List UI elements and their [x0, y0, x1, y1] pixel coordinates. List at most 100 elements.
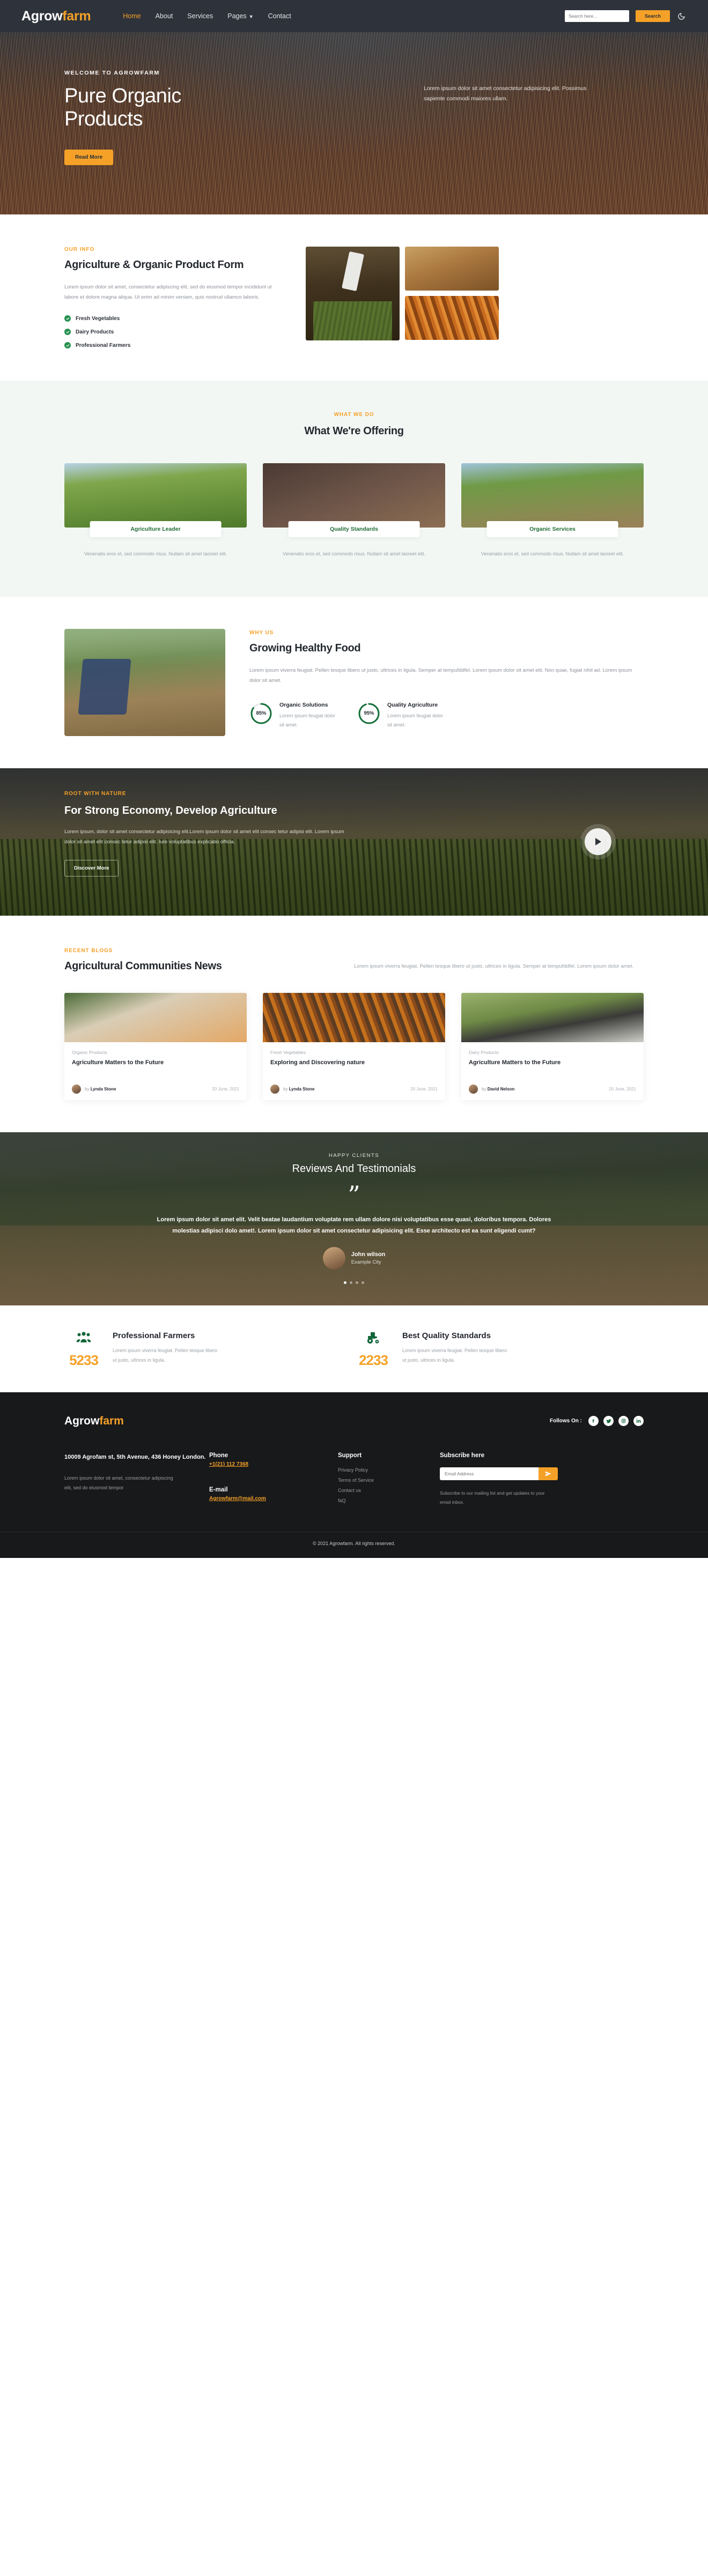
blog-card-date: 20 June, 2021 — [609, 1086, 636, 1092]
testimonials-title: Reviews And Testimonials — [292, 1162, 416, 1175]
progress-ring-label: 95% — [364, 710, 374, 717]
counter-title: Best Quality Standards — [402, 1331, 491, 1340]
blog-card-title[interactable]: Agriculture Matters to the Future — [72, 1059, 239, 1076]
info-image-planting — [306, 247, 400, 340]
offering-card-desc: Venenatis eros et, sed commodo risus. Nu… — [282, 551, 426, 556]
footer-logo[interactable]: Agrowfarm — [64, 1415, 124, 1428]
nav-item-pages[interactable]: Pages ▼ — [227, 12, 253, 20]
blog-card-category: Fresh Vegetables — [270, 1049, 306, 1055]
blog-card[interactable]: Organic Products Agriculture Matters to … — [64, 992, 247, 1100]
footer-address-sub: Lorem ipsum dolor sit amet, consectetur … — [64, 1475, 173, 1491]
check-circle-icon — [64, 329, 71, 335]
nature-title: For Strong Economy, Develop Agriculture — [64, 804, 277, 816]
blog-card-author-name: Lynda Stone — [90, 1086, 116, 1092]
testimonial-author-city: Example City — [351, 1259, 381, 1265]
site-footer: Agrowfarm Follows On : 10009 Agrofam st,… — [0, 1392, 708, 1558]
blogs-section: RECENT BLOGS Agricultural Communities Ne… — [0, 916, 708, 1132]
blog-card-image-vegetables — [263, 992, 445, 1042]
nav-item-services[interactable]: Services — [187, 12, 213, 20]
footer-link-contact-us[interactable]: Contact us — [338, 1488, 440, 1493]
growing-stat-quality-agriculture: 95% Quality Agriculture Lorem ipsum feug… — [357, 702, 444, 729]
search-input[interactable] — [564, 10, 629, 22]
info-image-grain-hands — [405, 247, 499, 291]
facebook-icon[interactable] — [588, 1416, 599, 1427]
footer-link-terms-of-service[interactable]: Terms of Service — [338, 1478, 440, 1483]
check-item-fresh-vegetables: Fresh Vegetables — [64, 315, 284, 322]
discover-more-button[interactable]: Discover More — [64, 859, 119, 877]
hero-description: Lorem ipsum dolor sit amet consectetur a… — [424, 85, 587, 102]
nav-item-about[interactable]: About — [156, 12, 173, 20]
hero-section: WELCOME TO AGROWFARM Pure Organic Produc… — [0, 32, 708, 214]
check-item-label: Fresh Vegetables — [76, 315, 120, 322]
carousel-dot-4[interactable] — [362, 1281, 364, 1284]
avatar — [270, 1084, 279, 1094]
hero-title: Pure Organic Products — [64, 85, 370, 131]
offering-card-desc: Venenatis eros et, sed commodo risus. Nu… — [481, 551, 624, 556]
hero-read-more-button[interactable]: Read More — [64, 149, 114, 165]
footer-phone-value[interactable]: +1(21) 112 7368 — [209, 1461, 248, 1467]
tractor-icon — [366, 1332, 381, 1346]
counters-section: 5233 Professional Farmers Lorem ipsum vi… — [64, 1305, 644, 1392]
instagram-icon[interactable] — [618, 1416, 629, 1427]
offering-card-image: Organic Services — [461, 463, 644, 537]
nav-item-contact[interactable]: Contact — [268, 12, 291, 20]
blog-card-image-eggs — [64, 992, 247, 1042]
blog-card-title[interactable]: Exploring and Discovering nature — [270, 1059, 438, 1076]
main-nav: Home About Services Pages ▼ Contact — [123, 12, 291, 20]
growing-eyebrow: WHY US — [249, 629, 274, 636]
linkedin-icon[interactable] — [633, 1416, 644, 1427]
carousel-dot-2[interactable] — [350, 1281, 352, 1284]
offering-card-agriculture-leader[interactable]: Agriculture Leader Venenatis eros et, se… — [64, 463, 247, 559]
blog-card[interactable]: Fresh Vegetables Exploring and Discoveri… — [263, 992, 445, 1100]
blog-card[interactable]: Dairy Products Agriculture Matters to th… — [461, 992, 644, 1100]
progress-ring-95: 95% — [357, 702, 381, 725]
footer-email-value[interactable]: Agrowfarm@mail.com — [209, 1496, 266, 1502]
blog-card-image-cows — [461, 992, 644, 1042]
testimonials-section: HAPPY CLIENTS Reviews And Testimonials ”… — [0, 1132, 708, 1305]
send-icon[interactable] — [539, 1467, 558, 1480]
offering-card-label: Quality Standards — [288, 521, 420, 537]
offering-card-quality-standards[interactable]: Quality Standards Venenatis eros et, sed… — [263, 463, 445, 559]
growing-stats: 85% Organic Solutions Lorem ipsum feugia… — [249, 702, 644, 729]
site-logo[interactable]: Agrowfarm — [21, 9, 91, 24]
check-item-label: Professional Farmers — [76, 342, 131, 348]
growing-title: Growing Healthy Food — [249, 642, 361, 654]
offering-card-organic-services[interactable]: Organic Services Venenatis eros et, sed … — [461, 463, 644, 559]
info-title: Agriculture & Organic Product Form — [64, 259, 244, 271]
testimonial-avatar — [322, 1246, 345, 1270]
people-icon — [76, 1332, 91, 1346]
counter-title: Professional Farmers — [113, 1331, 195, 1340]
logo-accent: farm — [62, 8, 91, 24]
blog-card-author-name: Lynda Stone — [289, 1086, 315, 1092]
footer-support-label: Support — [338, 1452, 362, 1459]
carousel-dot-1[interactable] — [344, 1281, 346, 1284]
blogs-title: Agricultural Communities News — [64, 960, 222, 972]
play-icon[interactable] — [585, 828, 611, 856]
info-description: Lorem ipsum dolor sit amet, consectetur … — [64, 284, 272, 300]
hero-eyebrow: WELCOME TO AGROWFARM — [64, 70, 160, 76]
footer-phone-label: Phone — [209, 1452, 228, 1459]
footer-link-privacy-policy[interactable]: Privacy Policy — [338, 1467, 440, 1473]
blog-card-title[interactable]: Agriculture Matters to the Future — [469, 1059, 636, 1076]
growing-section: WHY US Growing Healthy Food Lorem ipsum … — [0, 597, 708, 768]
testimonial-author-name: John wilson — [351, 1251, 386, 1258]
info-image-carrots — [405, 296, 499, 340]
progress-ring-85: 85% — [249, 702, 273, 725]
twitter-icon[interactable] — [603, 1416, 614, 1427]
blog-card-category: Organic Products — [72, 1049, 107, 1055]
check-circle-icon — [64, 315, 71, 322]
moon-icon[interactable] — [676, 12, 687, 20]
social-links: Follows On : — [550, 1416, 644, 1427]
site-header: Agrowfarm Home About Services Pages ▼ Con… — [0, 0, 708, 32]
check-circle-icon — [64, 342, 71, 348]
counter-professional-farmers: 5233 Professional Farmers Lorem ipsum vi… — [64, 1331, 354, 1369]
hero-title-line2: Products — [64, 108, 143, 131]
carousel-dot-3[interactable] — [356, 1281, 358, 1284]
footer-subscribe-label: Subscribe here — [440, 1452, 485, 1459]
subscribe-email-input[interactable] — [440, 1467, 539, 1480]
footer-link-faq[interactable]: faQ — [338, 1498, 440, 1503]
growing-stat-title: Quality Agriculture — [387, 701, 438, 708]
nav-item-home[interactable]: Home — [123, 12, 141, 20]
search-button[interactable]: Search — [635, 10, 670, 22]
hero-title-line1: Pure Organic — [64, 85, 181, 107]
